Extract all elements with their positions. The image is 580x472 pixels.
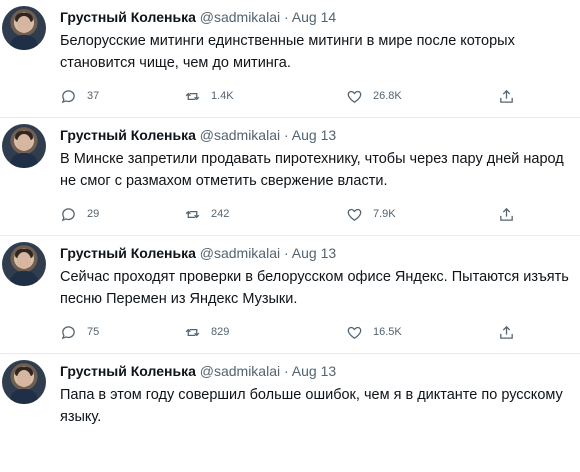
share-icon bbox=[500, 207, 513, 221]
tweet-text: В Минске запретили продавать пиротехнику… bbox=[60, 151, 564, 189]
author-handle[interactable]: @sadmikalai bbox=[200, 9, 280, 25]
tweet-header: Грустный Коленька @sadmikalai · Aug 13 bbox=[60, 242, 336, 264]
share-button[interactable] bbox=[498, 321, 525, 343]
separator-dot: · bbox=[284, 9, 289, 25]
tweet-date[interactable]: Aug 13 bbox=[292, 245, 336, 261]
retweet-icon bbox=[185, 92, 200, 100]
retweet-button[interactable]: 242 bbox=[184, 203, 229, 225]
like-count: 26.8K bbox=[373, 90, 402, 102]
author-name[interactable]: Грустный Коленька bbox=[60, 245, 196, 261]
author-handle[interactable]: @sadmikalai bbox=[200, 245, 280, 261]
reply-button[interactable]: 75 bbox=[60, 321, 99, 343]
retweet-button[interactable]: 1.4K bbox=[184, 85, 234, 107]
avatar[interactable] bbox=[2, 124, 46, 168]
separator-dot: · bbox=[284, 127, 289, 143]
avatar-face bbox=[17, 370, 31, 387]
tweet[interactable]: Грустный Коленька @sadmikalai · Aug 14 Б… bbox=[0, 0, 580, 118]
tweet[interactable]: Грустный Коленька @sadmikalai · Aug 13 П… bbox=[0, 354, 580, 472]
avatar[interactable] bbox=[2, 360, 46, 404]
tweet-header: Грустный Коленька @sadmikalai · Aug 13 bbox=[60, 124, 336, 146]
reply-icon bbox=[61, 89, 75, 103]
heart-icon bbox=[347, 326, 362, 339]
tweet-actions: 37 1.4K 26.8K bbox=[60, 85, 560, 107]
retweet-button[interactable]: 829 bbox=[184, 321, 229, 343]
heart-icon bbox=[347, 208, 362, 221]
tweet-feed: Грустный Коленька @sadmikalai · Aug 14 Б… bbox=[0, 0, 580, 435]
retweet-count: 829 bbox=[211, 326, 230, 338]
share-icon bbox=[500, 89, 513, 103]
avatar-shirt bbox=[10, 153, 38, 168]
like-button[interactable]: 26.8K bbox=[346, 85, 402, 107]
retweet-count: 242 bbox=[211, 208, 230, 220]
share-button[interactable] bbox=[498, 85, 525, 107]
tweet-text: Белорусские митинги единственные митинги… bbox=[60, 33, 515, 71]
author-name[interactable]: Грустный Коленька bbox=[60, 363, 196, 379]
tweet-actions: 75 829 16.5K bbox=[60, 321, 560, 343]
reply-count: 75 bbox=[87, 326, 100, 338]
avatar-shirt bbox=[10, 389, 38, 404]
author-name[interactable]: Грустный Коленька bbox=[60, 9, 196, 25]
retweet-icon bbox=[185, 328, 200, 336]
tweet-date[interactable]: Aug 13 bbox=[292, 363, 336, 379]
tweet-text: Сейчас проходят проверки в белорусском о… bbox=[60, 269, 569, 307]
share-icon bbox=[500, 325, 513, 339]
author-handle[interactable]: @sadmikalai bbox=[200, 363, 280, 379]
tweet-date[interactable]: Aug 13 bbox=[292, 127, 336, 143]
avatar-face bbox=[17, 16, 31, 33]
reply-icon bbox=[61, 325, 75, 339]
reply-button[interactable]: 29 bbox=[60, 203, 99, 225]
tweet[interactable]: Грустный Коленька @sadmikalai · Aug 13 В… bbox=[0, 118, 580, 236]
tweet-text: Папа в этом году совершил больше ошибок,… bbox=[60, 387, 563, 425]
reply-count: 37 bbox=[87, 90, 100, 102]
tweet-actions: 29 242 7.9K bbox=[60, 203, 560, 225]
heart-icon bbox=[347, 90, 362, 103]
tweet-header: Грустный Коленька @sadmikalai · Aug 13 bbox=[60, 360, 336, 382]
avatar-shirt bbox=[10, 271, 38, 286]
like-button[interactable]: 16.5K bbox=[346, 321, 402, 343]
tweet-date[interactable]: Aug 14 bbox=[292, 9, 336, 25]
separator-dot: · bbox=[284, 245, 289, 261]
retweet-icon bbox=[185, 210, 200, 218]
tweet[interactable]: Грустный Коленька @sadmikalai · Aug 13 С… bbox=[0, 236, 580, 354]
author-name[interactable]: Грустный Коленька bbox=[60, 127, 196, 143]
separator-dot: · bbox=[284, 363, 289, 379]
reply-button[interactable]: 37 bbox=[60, 85, 99, 107]
avatar[interactable] bbox=[2, 242, 46, 286]
reply-count: 29 bbox=[87, 208, 100, 220]
avatar[interactable] bbox=[2, 6, 46, 50]
avatar-face bbox=[17, 252, 31, 269]
reply-icon bbox=[61, 207, 75, 221]
author-handle[interactable]: @sadmikalai bbox=[200, 127, 280, 143]
like-count: 7.9K bbox=[373, 208, 396, 220]
avatar-shirt bbox=[10, 35, 38, 50]
tweet-header: Грустный Коленька @sadmikalai · Aug 14 bbox=[60, 6, 336, 28]
share-button[interactable] bbox=[498, 203, 525, 225]
like-button[interactable]: 7.9K bbox=[346, 203, 396, 225]
avatar-face bbox=[17, 134, 31, 151]
like-count: 16.5K bbox=[373, 326, 402, 338]
retweet-count: 1.4K bbox=[211, 90, 234, 102]
